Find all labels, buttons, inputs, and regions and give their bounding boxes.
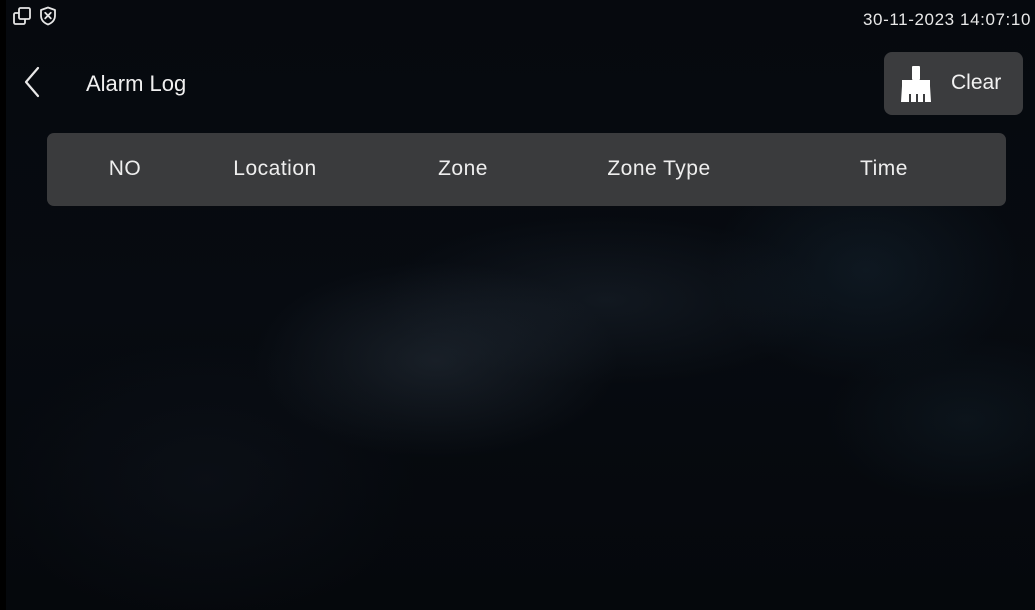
back-button[interactable] bbox=[14, 62, 50, 106]
alarm-log-screen: 30-11-2023 14:07:10 Alarm Log Clear NO L… bbox=[0, 0, 1035, 610]
status-bar: 30-11-2023 14:07:10 bbox=[6, 0, 1035, 38]
column-header-no: NO bbox=[108, 157, 142, 180]
chevron-left-icon bbox=[21, 65, 43, 104]
column-header-time: Time bbox=[860, 157, 908, 180]
alarm-log-list bbox=[47, 210, 1006, 600]
broom-icon bbox=[898, 64, 934, 104]
clear-button-label: Clear bbox=[951, 71, 1002, 94]
status-datetime: 30-11-2023 14:07:10 bbox=[863, 10, 1031, 29]
multi-window-icon bbox=[12, 6, 32, 26]
column-header-zone-type: Zone Type bbox=[607, 157, 711, 180]
column-header-zone: Zone bbox=[438, 157, 488, 180]
screen-bezel bbox=[0, 0, 6, 610]
table-header: NO Location Zone Zone Type Time bbox=[47, 133, 1006, 206]
column-header-location: Location bbox=[233, 157, 317, 180]
clear-button[interactable]: Clear bbox=[884, 52, 1023, 115]
shield-x-icon bbox=[38, 6, 58, 26]
page-title: Alarm Log bbox=[86, 71, 187, 96]
